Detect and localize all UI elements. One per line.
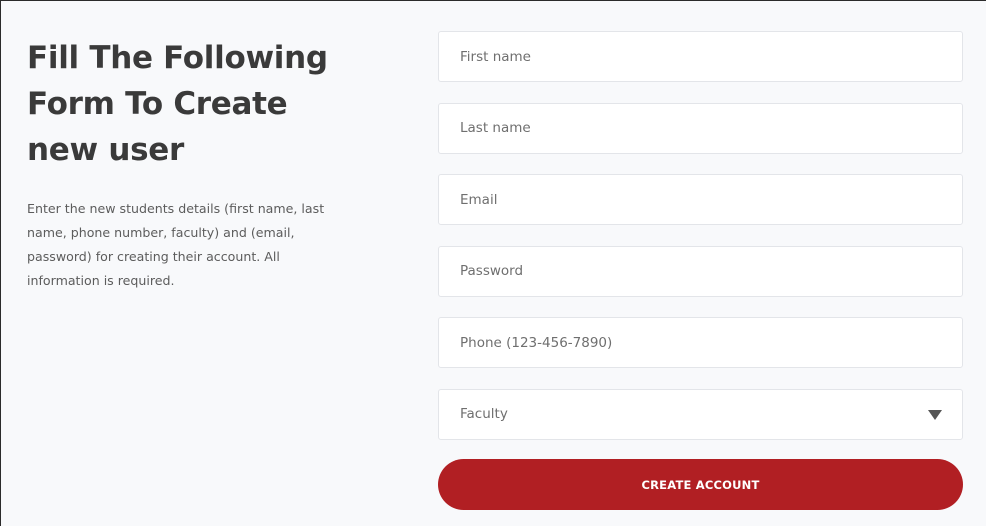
last-name-field[interactable]: Last name: [438, 102, 963, 154]
create-account-button-label: CREATE ACCOUNT: [641, 477, 760, 492]
faculty-select-label: Faculty: [460, 406, 508, 422]
caret-down-icon: [928, 409, 942, 420]
page-title: Fill The Following Form To Create new us…: [27, 35, 357, 173]
email-field[interactable]: Email: [438, 174, 963, 225]
first-name-field[interactable]: First name: [438, 31, 963, 82]
intro-panel: Fill The Following Form To Create new us…: [27, 35, 357, 293]
page-title-line-1: Fill The Following: [27, 40, 328, 76]
password-placeholder: Password: [460, 263, 524, 279]
phone-field[interactable]: Phone (123-456-7890): [438, 317, 963, 368]
create-user-form: First name Last name Email Password Phon…: [438, 31, 963, 510]
faculty-select[interactable]: Faculty: [438, 388, 963, 440]
create-account-button[interactable]: CREATE ACCOUNT: [438, 459, 963, 510]
password-field[interactable]: Password: [438, 245, 963, 297]
first-name-placeholder: First name: [460, 48, 531, 65]
page-title-line-3: new user: [27, 132, 184, 168]
page-title-line-2: Form To Create: [27, 86, 288, 122]
email-placeholder: Email: [460, 191, 498, 208]
phone-placeholder: Phone (123-456-7890): [460, 334, 613, 351]
create-user-page: Fill The Following Form To Create new us…: [0, 0, 986, 526]
last-name-placeholder: Last name: [460, 120, 531, 136]
form-description: Enter the new students details (first na…: [27, 201, 325, 288]
